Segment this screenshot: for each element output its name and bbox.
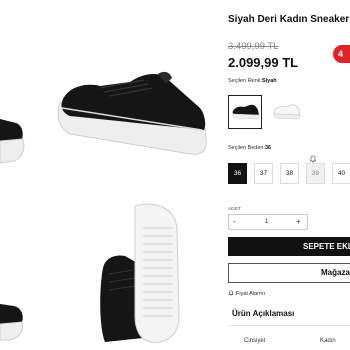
selected-color-value: Siyah — [261, 78, 277, 84]
discount-badge: 4 — [333, 45, 350, 63]
size-option-37[interactable]: 37 — [254, 163, 273, 184]
product-description-title[interactable]: Ürün Açıklaması — [232, 309, 294, 318]
selected-size-value: 36 — [265, 145, 272, 151]
bell-icon — [228, 290, 234, 296]
quantity-value[interactable]: 1 — [265, 215, 268, 229]
price-alarm-link[interactable]: Fiyat Alarmı — [228, 290, 265, 297]
selected-size-label: Seçilen Beden:36 — [228, 145, 271, 151]
product-image-sole[interactable] — [95, 198, 185, 346]
selected-color-label: Seçilen Renk:Siyah — [228, 78, 277, 84]
product-image-partial-top[interactable] — [0, 105, 30, 175]
price-alarm-label: Fiyat Alarmı — [236, 291, 266, 297]
divider — [228, 325, 350, 326]
size-option-39[interactable]: 39 — [306, 163, 325, 184]
white-sneaker-thumbnail-icon — [273, 104, 301, 120]
quantity-decrease-button[interactable]: - — [233, 215, 236, 229]
spec-gender-value: Kadın — [320, 338, 336, 344]
size-label-text: Seçilen Beden: — [228, 145, 265, 151]
size-option-38[interactable]: 38 — [280, 163, 299, 184]
quantity-stepper: - 1 + — [228, 214, 308, 230]
product-image-partial-bottom[interactable] — [0, 296, 30, 346]
color-label-text: Seçilen Renk: — [228, 78, 262, 84]
old-price: 3.499,99 TL — [228, 41, 279, 52]
product-title: Siyah Deri Kadın Sneaker - — [228, 14, 350, 25]
color-swatch-black[interactable] — [228, 95, 262, 129]
quantity-label: ADET — [228, 206, 242, 211]
color-swatch-white[interactable] — [269, 95, 303, 129]
product-image-side[interactable] — [40, 58, 210, 168]
product-gallery — [0, 0, 218, 350]
store-button[interactable]: Mağaza — [228, 263, 350, 283]
add-to-cart-button[interactable]: SEPETE EKL — [228, 237, 350, 256]
current-price: 2.099,99 TL — [228, 55, 299, 70]
size-option-40[interactable]: 40 — [332, 163, 350, 184]
bell-icon[interactable] — [309, 155, 317, 163]
black-sneaker-thumbnail-icon — [232, 104, 260, 120]
size-option-36[interactable]: 36 — [228, 163, 247, 184]
spec-gender-label: Cinsiyet — [244, 338, 266, 344]
product-info-panel: Siyah Deri Kadın Sneaker - 3.499,99 TL 2… — [228, 0, 350, 350]
quantity-increase-button[interactable]: + — [296, 215, 301, 229]
